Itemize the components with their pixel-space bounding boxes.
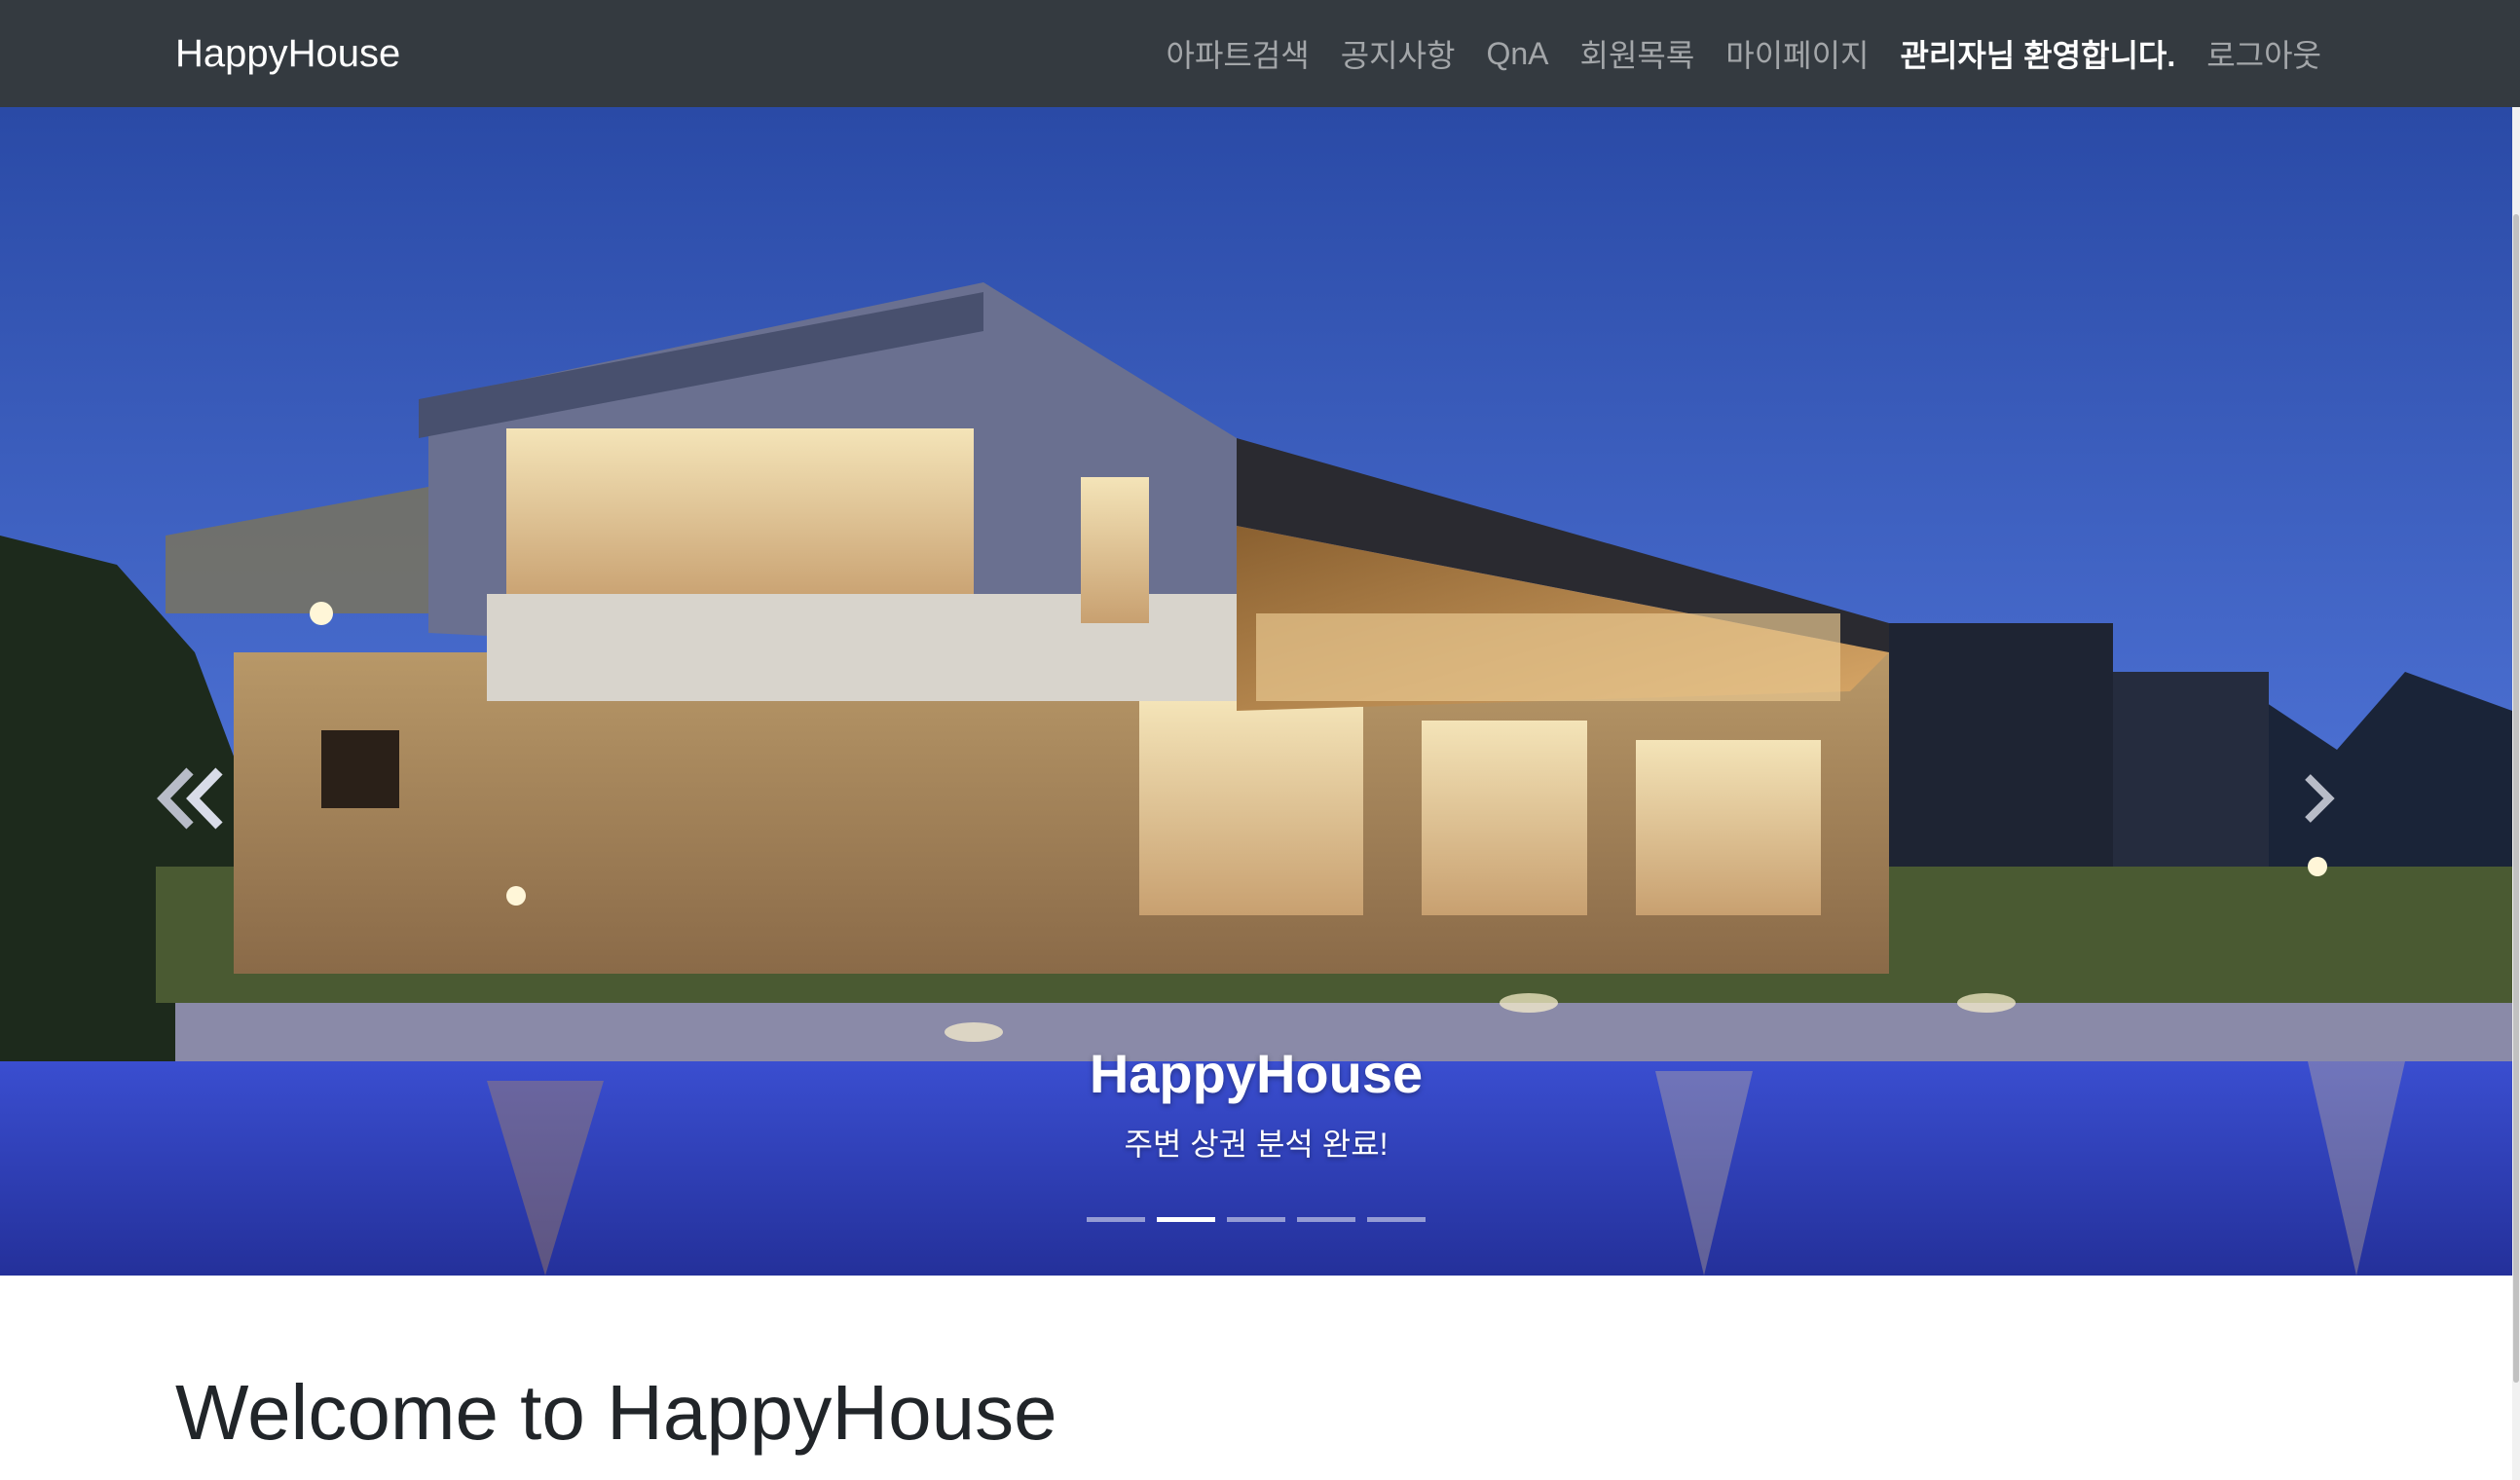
top-navbar: HappyHouse 아파트검색 공지사항 QnA 회원목록 마이페이지 관리자…: [0, 0, 2520, 107]
carousel-next-control[interactable]: [2279, 750, 2366, 847]
page-scrollbar[interactable]: [2512, 107, 2520, 1480]
nav-link-qna[interactable]: QnA: [1486, 36, 1548, 72]
nav-link-mypage[interactable]: 마이페이지: [1725, 31, 1869, 76]
carousel-indicator[interactable]: [1297, 1217, 1355, 1222]
welcome-user-text: 관리자님 환영합니다.: [1900, 38, 2176, 73]
carousel-prev-control[interactable]: [146, 750, 234, 847]
carousel-indicator-active[interactable]: [1157, 1217, 1215, 1222]
carousel-caption-title: HappyHouse: [1089, 1043, 1424, 1104]
carousel-indicator[interactable]: [1367, 1217, 1426, 1222]
nav-link-notice[interactable]: 공지사항: [1341, 31, 1456, 76]
welcome-heading: Welcome to HappyHouse: [175, 1369, 1057, 1456]
nav-links: 아파트검색 공지사항 QnA 회원목록 마이페이지 관리자님 환영합니다. 로그…: [1167, 0, 2321, 107]
carousel-indicator[interactable]: [1087, 1217, 1145, 1222]
scrollbar-thumb[interactable]: [2513, 214, 2519, 1383]
nav-link-apt-search[interactable]: 아파트검색: [1167, 31, 1310, 76]
carousel-indicator[interactable]: [1227, 1217, 1285, 1222]
chevron-left-icon: [157, 767, 223, 830]
brand-logo-link[interactable]: HappyHouse: [175, 0, 400, 107]
nav-link-members[interactable]: 회원목록: [1580, 31, 1695, 76]
nav-link-logout[interactable]: 로그아웃: [2206, 31, 2321, 76]
carousel-indicators: [0, 1217, 2512, 1222]
carousel-caption-text: 주변 상권 분석 완료!: [1124, 1127, 1389, 1162]
hero-carousel: HappyHouse 주변 상권 분석 완료!: [0, 107, 2512, 1276]
chevron-right-icon: [2305, 774, 2335, 823]
